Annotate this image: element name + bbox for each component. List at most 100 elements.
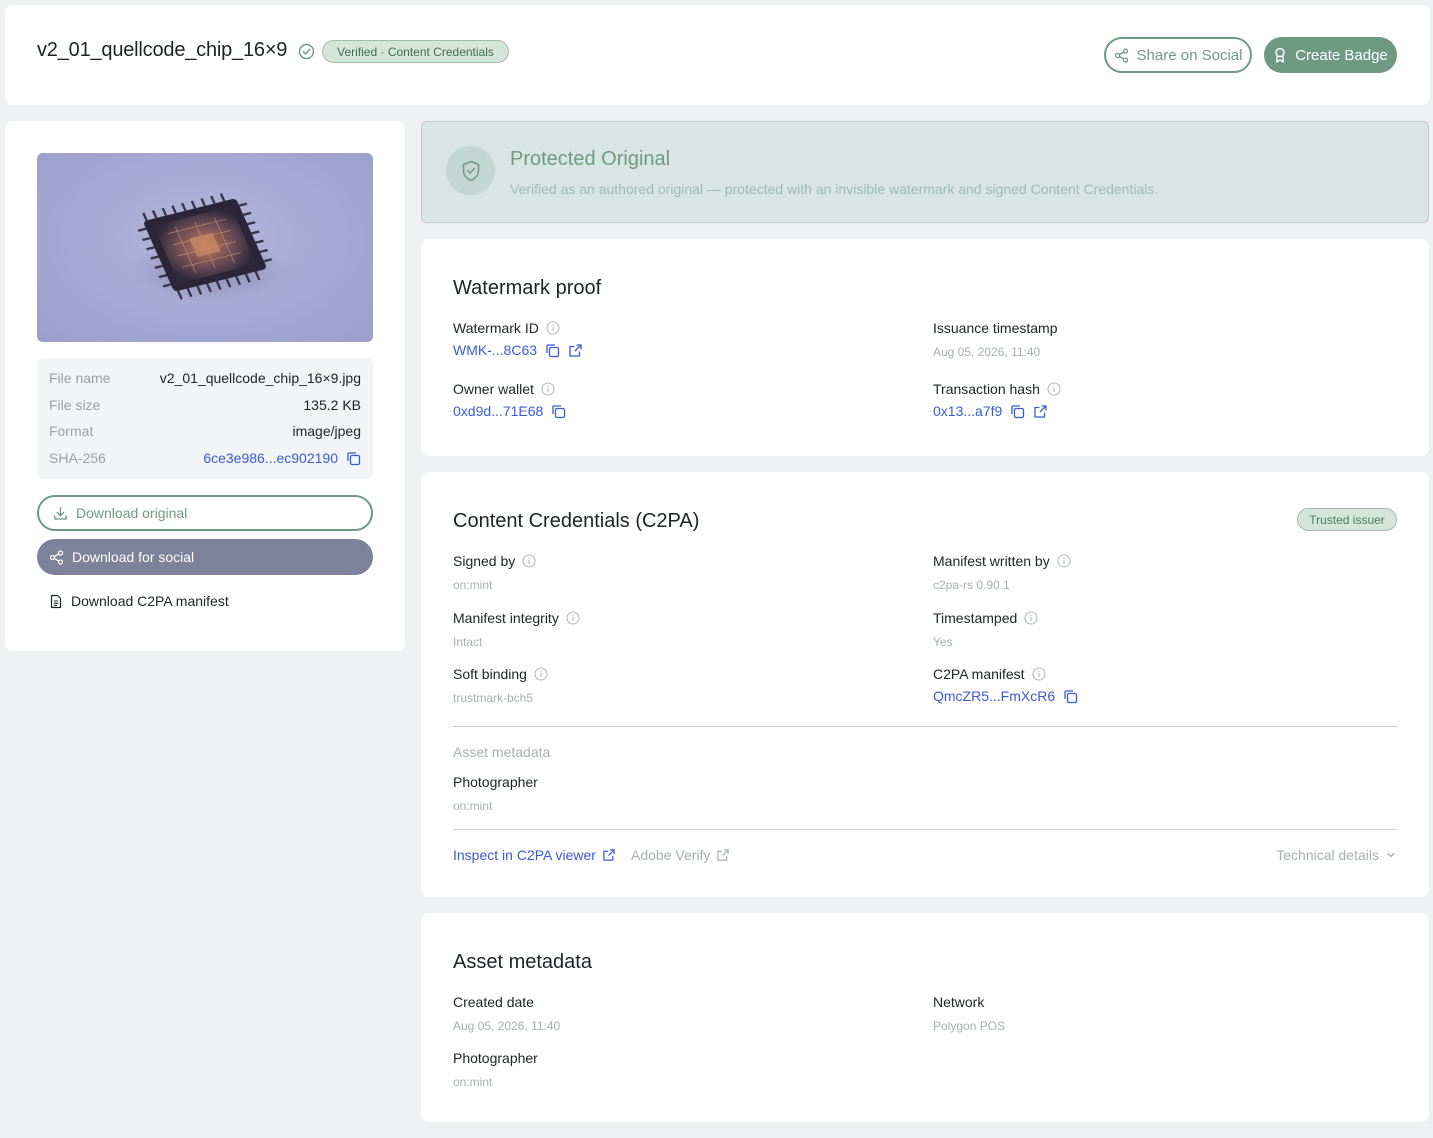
file-name-key: File name <box>49 370 111 386</box>
copy-icon[interactable] <box>545 343 560 358</box>
owner-wallet-label-text: Owner wallet <box>453 381 534 397</box>
timestamped-value: Yes <box>933 635 953 649</box>
banner-title: Protected Original <box>510 148 671 170</box>
photographer-value: on:mint <box>453 799 493 813</box>
info-icon[interactable] <box>1047 382 1061 396</box>
copy-icon[interactable] <box>1063 689 1078 704</box>
issuance-label: Issuance timestamp <box>933 320 1058 336</box>
download-for-social-button[interactable]: Download for social <box>37 539 373 575</box>
watermark-id-link[interactable]: WMK-...8C63 <box>453 342 537 358</box>
watermark-id-label: Watermark ID <box>453 320 583 336</box>
page-title: v2_01_quellcode_chip_16×9 <box>37 39 288 61</box>
watermark-proof-card: Watermark proof Watermark ID WMK-...8C63… <box>421 239 1429 456</box>
info-icon[interactable] <box>534 667 548 681</box>
check-circle-icon <box>298 43 315 60</box>
download-social-label: Download for social <box>72 549 195 565</box>
signed-by-label: Signed by <box>453 553 536 569</box>
created-date-field: Created date Aug 05, 2026, 11:40 <box>453 994 560 1033</box>
info-icon[interactable] <box>522 554 536 568</box>
issuance-value: Aug 05, 2026, 11:40 <box>933 345 1041 359</box>
technical-details-label: Technical details <box>1276 847 1379 863</box>
inspect-c2pa-viewer-link[interactable]: Inspect in C2PA viewer <box>453 847 616 863</box>
copy-icon[interactable] <box>551 404 566 419</box>
shield-check-icon <box>462 160 479 181</box>
external-link-icon <box>603 849 615 861</box>
download-original-button[interactable]: Download original <box>37 495 373 531</box>
info-icon[interactable] <box>1057 554 1071 568</box>
format-value: image/jpeg <box>292 423 362 439</box>
copy-icon[interactable] <box>1010 404 1025 419</box>
integrity-value: Intact <box>453 635 483 649</box>
timestamped-label: Timestamped <box>933 610 1038 626</box>
share-label: Share on Social <box>1136 46 1243 64</box>
share-on-social-button[interactable]: Share on Social <box>1104 37 1252 73</box>
external-link-icon[interactable] <box>1033 404 1048 419</box>
file-name-row: File name v2_01_quellcode_chip_16×9.jpg <box>49 368 361 388</box>
create-badge-button[interactable]: Create Badge <box>1264 37 1397 73</box>
info-icon[interactable] <box>1024 611 1038 625</box>
written-by-label: Manifest written by <box>933 553 1071 569</box>
c2pa-manifest-label-text: C2PA manifest <box>933 666 1025 682</box>
network-label: Network <box>933 994 985 1010</box>
asset-section-title: Asset metadata <box>453 951 592 973</box>
signed-by-field: Signed by on:mint <box>453 553 536 592</box>
asset-photographer-field: Photographer on:mint <box>453 1050 538 1089</box>
photographer-label: Photographer <box>453 774 538 790</box>
owner-wallet-field: Owner wallet 0xd9d...71E68 <box>453 381 566 419</box>
integrity-label-text: Manifest integrity <box>453 610 559 626</box>
info-icon[interactable] <box>546 321 560 335</box>
c2pa-manifest-link[interactable]: QmcZR5...FmXcR6 <box>933 688 1055 704</box>
soft-binding-field: Soft binding trustmark-bch5 <box>453 666 548 705</box>
format-row: Format image/jpeg <box>49 421 361 441</box>
copy-icon[interactable] <box>346 451 361 466</box>
external-link-icon[interactable] <box>568 343 583 358</box>
c2pa-manifest-field: C2PA manifest QmcZR5...FmXcR6 <box>933 666 1078 704</box>
protected-original-banner: Protected Original Verified as an author… <box>421 121 1429 223</box>
document-icon <box>50 594 62 608</box>
transaction-hash-value: 0x13...a7f9 <box>933 403 1061 419</box>
format-key: Format <box>49 423 94 439</box>
transaction-hash-field: Transaction hash 0x13...a7f9 <box>933 381 1061 419</box>
download-c2pa-manifest-button[interactable]: Download C2PA manifest <box>37 583 373 619</box>
signed-by-label-text: Signed by <box>453 553 516 569</box>
inspect-link-label: Inspect in C2PA viewer <box>453 847 596 863</box>
asset-metadata-subhead: Asset metadata <box>453 744 551 760</box>
timestamped-field: Timestamped Yes <box>933 610 1038 649</box>
owner-wallet-label: Owner wallet <box>453 381 566 397</box>
share-icon <box>1114 47 1128 63</box>
timestamped-label-text: Timestamped <box>933 610 1018 626</box>
share-icon <box>49 549 64 565</box>
signed-by-value: on:mint <box>453 578 493 592</box>
external-link-icon <box>717 849 730 861</box>
info-icon[interactable] <box>1032 667 1046 681</box>
written-by-label-text: Manifest written by <box>933 553 1050 569</box>
asset-photographer-label: Photographer <box>453 1050 538 1066</box>
manifest-written-by-field: Manifest written by c2pa-rs 0.90.1 <box>933 553 1071 592</box>
header-bar: v2_01_quellcode_chip_16×9 Verified · Con… <box>5 5 1430 105</box>
info-icon[interactable] <box>541 382 555 396</box>
technical-details-toggle[interactable]: Technical details <box>1276 847 1397 863</box>
asset-metadata-card: Asset metadata Created date Aug 05, 2026… <box>421 913 1429 1122</box>
info-icon[interactable] <box>566 611 580 625</box>
transaction-hash-link[interactable]: 0x13...a7f9 <box>933 403 1002 419</box>
section-divider <box>453 726 1397 727</box>
sha256-row: SHA-256 6ce3e986...ec902190 <box>49 448 361 468</box>
download-icon <box>54 506 67 520</box>
created-date-value: Aug 05, 2026, 11:40 <box>453 1019 561 1033</box>
verified-badge: Verified · Content Credentials <box>322 40 509 63</box>
c2pa-manifest-value: QmcZR5...FmXcR6 <box>933 688 1078 704</box>
watermark-id-field: Watermark ID WMK-...8C63 <box>453 320 583 358</box>
chip-image <box>129 193 289 301</box>
owner-wallet-link[interactable]: 0xd9d...71E68 <box>453 403 543 419</box>
file-size-value: 135.2 KB <box>303 397 361 413</box>
soft-binding-label-text: Soft binding <box>453 666 527 682</box>
award-icon <box>1275 47 1285 63</box>
trusted-issuer-badge: Trusted issuer <box>1297 508 1397 531</box>
file-info-panel: File name v2_01_quellcode_chip_16×9.jpg … <box>37 358 373 479</box>
adobe-link-label: Adobe Verify <box>631 847 711 863</box>
sha256-link[interactable]: 6ce3e986...ec902190 <box>203 450 338 466</box>
manifest-integrity-field: Manifest integrity Intact <box>453 610 580 649</box>
adobe-verify-link[interactable]: Adobe Verify <box>631 847 730 863</box>
watermark-id-value: WMK-...8C63 <box>453 342 583 358</box>
watermark-id-label-text: Watermark ID <box>453 320 539 336</box>
